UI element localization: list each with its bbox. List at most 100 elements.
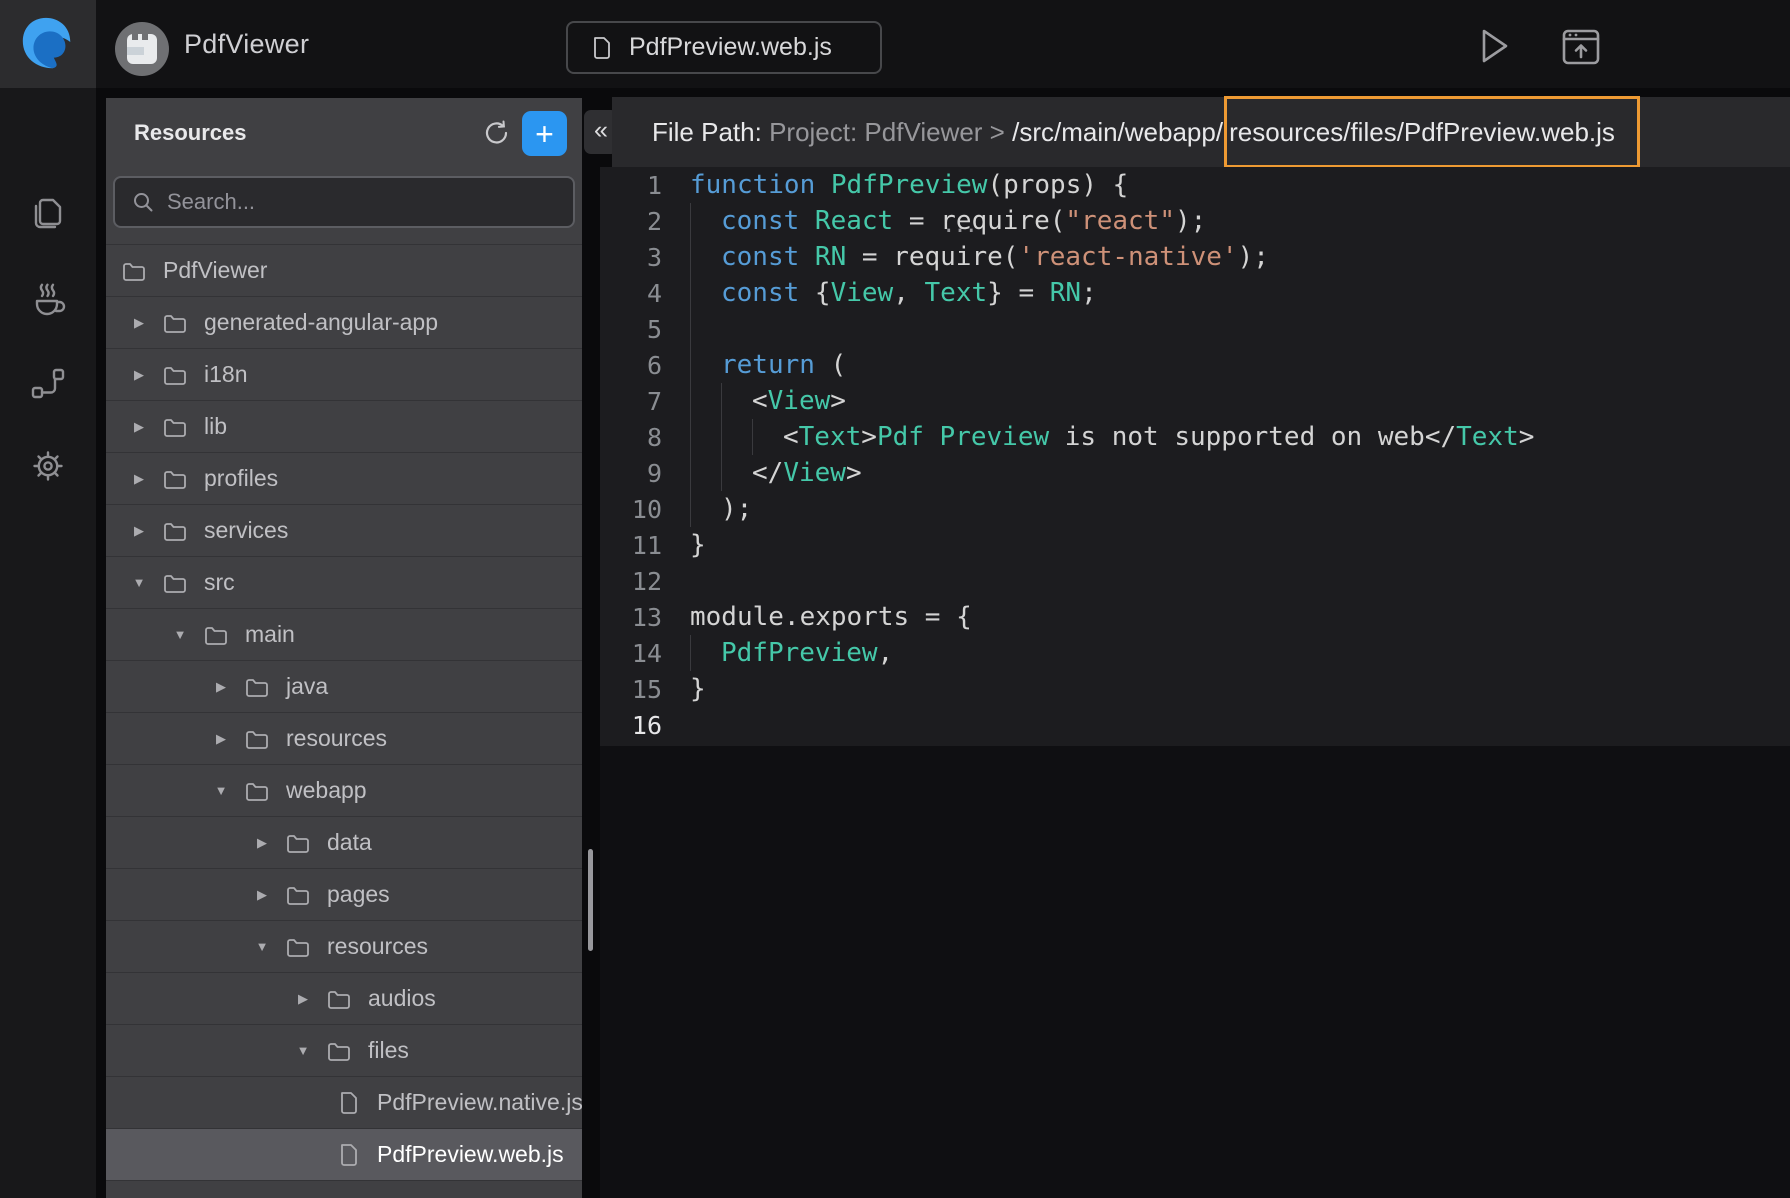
line-number: 10 (600, 495, 662, 524)
tree-item-audios[interactable]: ▶ audios (106, 973, 582, 1025)
file-path-label: File Path: (652, 117, 769, 148)
chevron-right-icon[interactable]: ▶ (253, 887, 271, 903)
editor-empty-area (600, 746, 1790, 1198)
tree-item-label: PdfViewer (163, 257, 267, 284)
open-in-window-icon[interactable] (1557, 23, 1605, 71)
tree-item-label: pages (327, 881, 390, 908)
folder-icon (162, 570, 188, 596)
chevron-right-icon[interactable]: ▶ (212, 679, 230, 695)
chevron-right-icon[interactable]: ▶ (130, 315, 148, 331)
tree-item-pdfpreview-native-js[interactable]: PdfPreview.native.js (106, 1077, 582, 1129)
tree-item-generated-angular-app[interactable]: ▶ generated-angular-app (106, 297, 582, 349)
file-path-project: Project: PdfViewer > (769, 117, 1012, 148)
code-editor[interactable]: 1function PdfPreview(props) {2const Reac… (600, 167, 1790, 746)
line-number: 15 (600, 675, 662, 704)
chevron-right-icon[interactable]: ▶ (130, 367, 148, 383)
tree-item-label: i18n (204, 361, 247, 388)
folder-icon (162, 310, 188, 336)
tree-item-label: files (368, 1037, 409, 1064)
app-title: PdfViewer (184, 0, 309, 88)
tree-item-lib[interactable]: ▶lib (106, 401, 582, 453)
tree-item-label: data (327, 829, 372, 856)
chevron-right-icon[interactable]: ▶ (212, 731, 230, 747)
panel-scrollbar[interactable] (588, 849, 593, 951)
tree-item-src[interactable]: ▼ src (106, 557, 582, 609)
code-text: return ( (721, 350, 846, 380)
tab-pdfpreview-web-js[interactable]: PdfPreview.web.js (566, 21, 882, 74)
tree-item-data[interactable]: ▶ data (106, 817, 582, 869)
chevron-right-icon[interactable]: ▶ (130, 419, 148, 435)
code-text: function PdfPreview(props) { (690, 170, 1128, 200)
tree-item-webapp[interactable]: ▼webapp (106, 765, 582, 817)
run-icon[interactable] (1471, 24, 1515, 68)
code-text: module.exports = { (690, 602, 972, 632)
search-input[interactable] (167, 189, 547, 215)
tree-item-label: resources (327, 933, 428, 960)
tree-item-files[interactable]: ▼ files (106, 1025, 582, 1077)
folder-icon (121, 258, 147, 284)
tree-item-main[interactable]: ▼ main (106, 609, 582, 661)
folder-icon (244, 674, 270, 700)
chevron-right-icon[interactable]: ▶ (294, 991, 312, 1007)
folder-icon (203, 622, 229, 648)
code-text: <View> (752, 386, 846, 416)
code-line: 9</View> (600, 455, 1790, 491)
tree-item-profiles[interactable]: ▶ profiles (106, 453, 582, 505)
coffee-icon[interactable] (29, 279, 67, 317)
pages-icon[interactable] (29, 194, 67, 232)
tree-item-label: services (204, 517, 288, 544)
line-number: 3 (600, 243, 662, 272)
code-line: 14PdfPreview, (600, 635, 1790, 671)
tree-item-label: src (204, 569, 235, 596)
line-number: 12 (600, 567, 662, 596)
tree-item-label: profiles (204, 465, 278, 492)
tree-item-resources[interactable]: ▶ resources (106, 713, 582, 765)
line-number: 13 (600, 603, 662, 632)
line-number: 5 (600, 315, 662, 344)
refresh-icon[interactable] (482, 118, 512, 148)
tree-item-label: audios (368, 985, 436, 1012)
code-line: 15} (600, 671, 1790, 707)
flow-connector-icon[interactable] (29, 364, 67, 402)
code-text: </View> (752, 458, 862, 488)
add-resource-button[interactable]: + (522, 111, 567, 156)
tree-item-java[interactable]: ▶java (106, 661, 582, 713)
chevron-down-icon[interactable]: ▼ (294, 1043, 312, 1058)
tree-item-pdfpreview-web-js[interactable]: PdfPreview.web.js (106, 1129, 582, 1181)
tree-item-label: generated-angular-app (204, 309, 438, 336)
tree-item-services[interactable]: ▶ services (106, 505, 582, 557)
app-logo[interactable] (0, 0, 96, 88)
resources-panel: Resources + PdfViewer ▶ generated-angular-… (106, 98, 582, 1198)
chevron-right-icon[interactable]: ▶ (130, 471, 148, 487)
chevron-down-icon[interactable]: ▼ (253, 939, 271, 954)
folder-icon (244, 726, 270, 752)
chevron-down-icon[interactable]: ▼ (212, 783, 230, 798)
code-line: 7<View> (600, 383, 1790, 419)
folder-icon (244, 778, 270, 804)
left-icon-rail (0, 88, 96, 1198)
app-badge-icon (114, 21, 170, 77)
path-highlight-box: resources/files/PdfPreview.web.js (1224, 96, 1640, 168)
wave-logo-icon (17, 13, 79, 75)
tree-item-partial[interactable] (106, 1181, 582, 1198)
tree-item-i18n[interactable]: ▶ i18n (106, 349, 582, 401)
settings-gear-icon[interactable] (29, 447, 67, 485)
chevron-right-icon[interactable]: ▶ (130, 523, 148, 539)
code-text: <Text>Pdf Preview is not supported on we… (783, 422, 1534, 452)
tree-item-label: main (245, 621, 295, 648)
chevron-right-icon[interactable]: ▶ (253, 835, 271, 851)
chevron-down-icon[interactable]: ▼ (171, 627, 189, 642)
tree-item-resources[interactable]: ▼ resources (106, 921, 582, 973)
code-line: 5 (600, 311, 1790, 347)
tree-item-pdfviewer[interactable]: PdfViewer (106, 245, 582, 297)
code-line: 3const RN = require('react-native'); (600, 239, 1790, 275)
file-icon (335, 1142, 361, 1168)
resources-panel-header: Resources + (106, 98, 582, 168)
line-number: 2 (600, 207, 662, 236)
tree-item-pages[interactable]: ▶ pages (106, 869, 582, 921)
tree-item-label: resources (286, 725, 387, 752)
top-header: PdfViewer PdfPreview.web.js (0, 0, 1790, 88)
code-text: } (690, 530, 706, 560)
chevron-down-icon[interactable]: ▼ (130, 575, 148, 590)
folder-icon (285, 830, 311, 856)
